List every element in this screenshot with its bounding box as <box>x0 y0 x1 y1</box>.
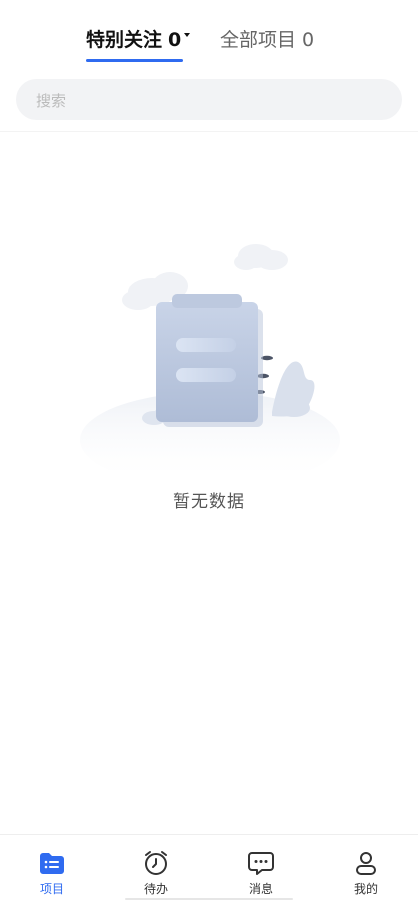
search-bar <box>16 79 402 122</box>
clipboard-empty-illustration <box>80 244 340 470</box>
nav-item-messages[interactable]: 消息 <box>231 849 291 897</box>
nav-label-todo: 待办 <box>143 882 168 896</box>
tab-favorites-label: 特别关注 <box>86 29 163 51</box>
tab-favorites-count: 0 <box>168 29 182 51</box>
nav-item-todo[interactable]: 待办 <box>126 849 186 897</box>
nav-item-projects[interactable]: 项目 <box>22 849 82 897</box>
bottom-navigation: 项目 待办 消息 我的 <box>0 834 418 902</box>
nav-label-projects: 项目 <box>39 882 64 896</box>
folder-list-icon <box>40 853 64 874</box>
tab-all-projects-label: 全部项目 <box>220 29 297 51</box>
caret-down-icon[interactable] <box>184 32 191 37</box>
empty-state-text: 暂无数据 <box>173 492 245 512</box>
nav-label-messages: 消息 <box>248 882 273 896</box>
tab-favorites[interactable]: 特别关注 0 <box>86 26 191 54</box>
alarm-clock-icon <box>145 851 167 875</box>
person-icon <box>356 852 376 875</box>
active-tab-indicator <box>86 59 183 62</box>
tab-all-projects-count: 0 <box>302 29 315 51</box>
nav-item-me[interactable]: 我的 <box>336 849 396 897</box>
home-indicator <box>125 898 293 900</box>
header-divider <box>0 131 418 132</box>
search-input[interactable] <box>34 79 388 122</box>
project-tabs: 特别关注 0 全部项目 0 <box>0 26 418 66</box>
chat-bubble-icon <box>248 852 274 875</box>
tab-all-projects[interactable]: 全部项目 0 <box>220 26 314 54</box>
nav-label-me: 我的 <box>353 882 378 896</box>
